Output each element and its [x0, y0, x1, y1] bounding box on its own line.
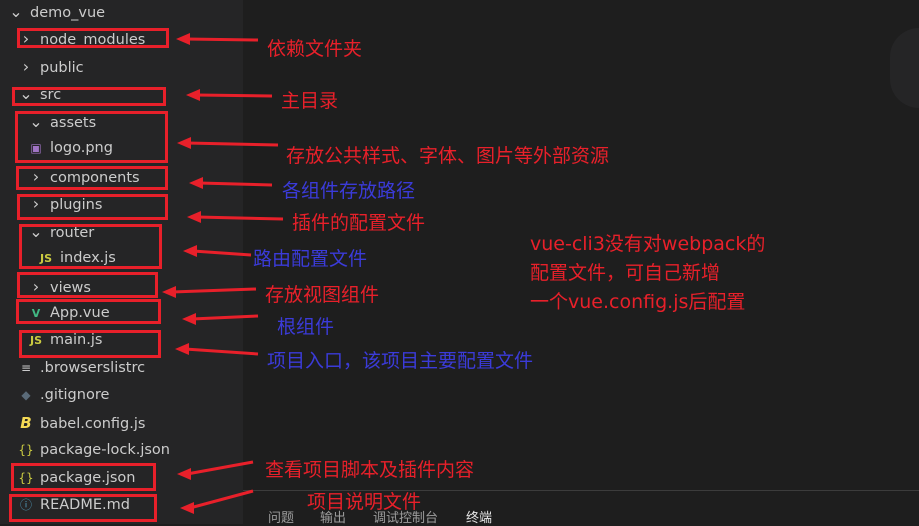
- note-main: 项目入口，该项目主要配置文件: [267, 350, 534, 372]
- highlight-plugins: [17, 194, 168, 220]
- arrow-head: [187, 211, 201, 223]
- arrow-head: [177, 137, 191, 149]
- arrow-line: [186, 141, 279, 147]
- note-views: 存放视图组件: [265, 284, 380, 306]
- highlight-package-json: [11, 463, 156, 491]
- arrow-line: [192, 249, 252, 257]
- highlight-views: [17, 272, 158, 298]
- note-vue-cli-line-3: 一个vue.config.js后配置: [530, 291, 746, 313]
- arrow-head: [175, 343, 189, 355]
- note-vue-cli-line-1: vue-cli3没有对webpack的: [530, 233, 766, 255]
- highlight-router: [19, 224, 162, 269]
- highlight-main-js: [19, 330, 161, 358]
- note-app: 根组件: [277, 316, 335, 338]
- arrow-head: [189, 177, 203, 189]
- arrow-head: [177, 468, 191, 480]
- note-readme: 项目说明文件: [307, 491, 422, 513]
- highlight-assets: [15, 111, 168, 163]
- highlight-components: [16, 166, 168, 190]
- arrow-line: [195, 93, 273, 98]
- arrow-head: [176, 33, 190, 45]
- note-node-modules: 依赖文件夹: [267, 38, 363, 60]
- highlight-src: [12, 87, 166, 106]
- note-vue-cli-line-2: 配置文件，可自己新增: [530, 262, 721, 284]
- note-src: 主目录: [281, 90, 339, 112]
- arrow-line: [184, 347, 259, 356]
- note-vue-cli: vue-cli3没有对webpack的 配置文件，可自己新增 一个vue.con…: [530, 230, 765, 317]
- note-assets: 存放公共样式、字体、图片等外部资源: [286, 145, 610, 167]
- arrow-line: [185, 37, 259, 42]
- highlight-node-modules: [17, 28, 169, 48]
- note-components: 各组件存放路径: [282, 180, 416, 202]
- arrow-head: [182, 313, 196, 325]
- note-router: 路由配置文件: [253, 248, 368, 270]
- arrow-head: [183, 245, 197, 257]
- arrow-line: [171, 287, 257, 294]
- note-package: 查看项目脚本及插件内容: [265, 459, 475, 481]
- arrow-line: [198, 181, 273, 187]
- highlight-app-vue: [16, 299, 161, 324]
- arrow-line: [196, 215, 284, 221]
- highlight-readme: [9, 494, 157, 522]
- arrow-line: [186, 460, 254, 476]
- arrow-line: [191, 314, 259, 321]
- arrow-head: [186, 89, 200, 101]
- arrow-head: [162, 286, 176, 298]
- arrow-head: [180, 502, 194, 514]
- note-plugins: 插件的配置文件: [292, 212, 426, 234]
- arrow-line: [189, 489, 254, 510]
